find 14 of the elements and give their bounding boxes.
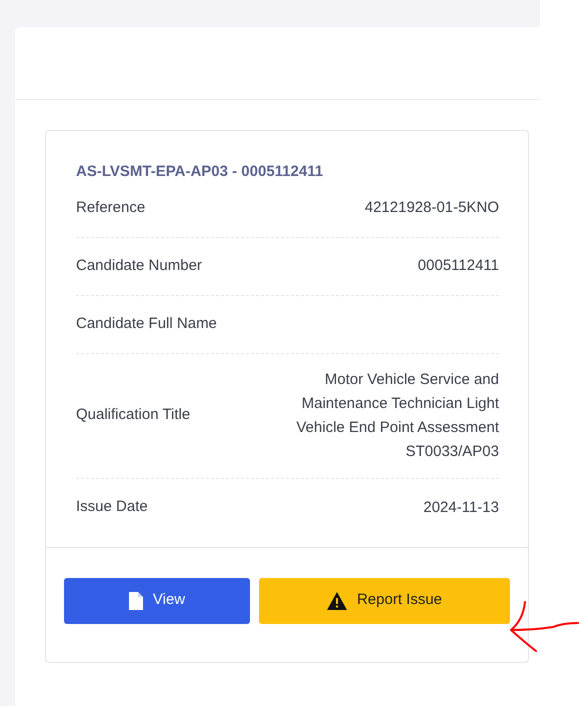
field-label: Candidate Number bbox=[76, 256, 202, 276]
view-button[interactable]: View bbox=[64, 578, 250, 624]
field-label: Qualification Title bbox=[76, 405, 190, 426]
field-label: Issue Date bbox=[76, 497, 148, 518]
document-icon bbox=[128, 592, 143, 610]
card-title: AS-LVSMT-EPA-AP03 - 0005112411 bbox=[76, 162, 324, 182]
field-label: Reference bbox=[76, 198, 146, 218]
field-value: 0005112411 bbox=[418, 256, 499, 276]
field-value: 2024-11-13 bbox=[423, 498, 499, 518]
warning-icon bbox=[326, 592, 347, 610]
field-label: Candidate Full Name bbox=[76, 314, 217, 334]
report-button[interactable]: Report Issue bbox=[259, 578, 510, 624]
field-value: Motor Vehicle Service and Maintenance Technician Light Vehicle End Point Assessment ST0033/AP03 bbox=[295, 370, 499, 462]
field-value: 42121928-01-5KNO bbox=[364, 198, 499, 218]
